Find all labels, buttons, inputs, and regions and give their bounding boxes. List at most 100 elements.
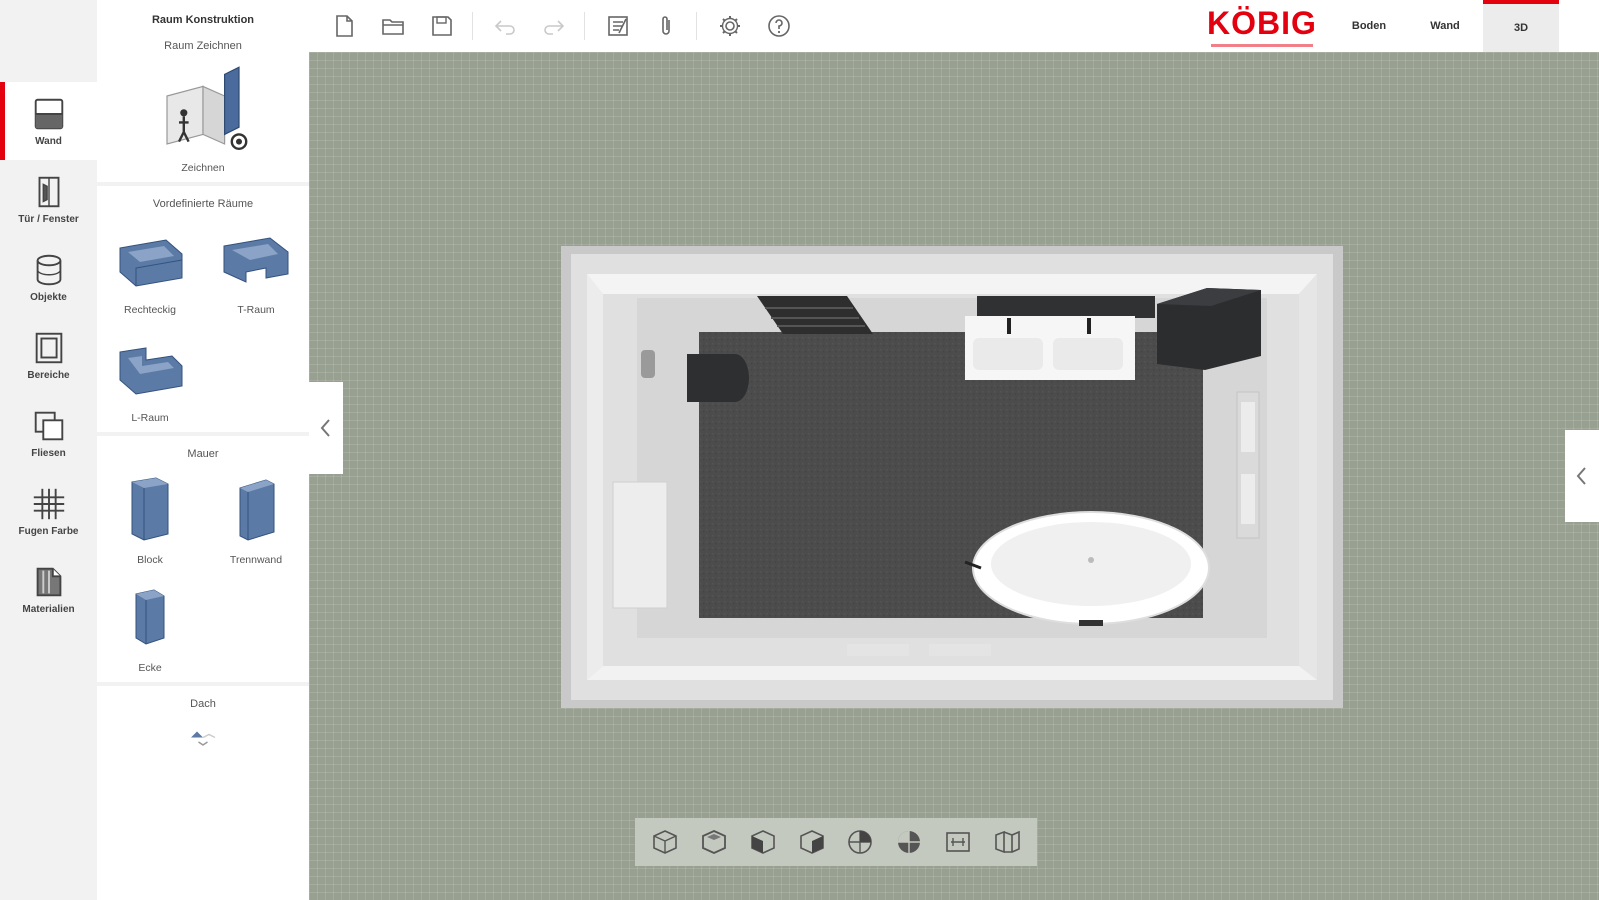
top-toolbar: KÖBIG Boden Wand 3D <box>309 0 1599 52</box>
room-canvas[interactable] <box>309 52 1599 900</box>
notes-button[interactable] <box>602 10 634 42</box>
category-rail: Wand Tür / Fenster Objekte Bereiche Flie… <box>0 0 97 900</box>
undo-icon <box>494 20 515 35</box>
view-top-button[interactable] <box>694 822 734 862</box>
catalog-item-block[interactable]: Block <box>97 466 203 574</box>
objects-icon <box>36 254 61 286</box>
cube-outline-icon <box>653 830 678 854</box>
rail-item-tuer-fenster[interactable]: Tür / Fenster <box>0 160 97 238</box>
rail-item-fugen-farbe[interactable]: Fugen Farbe <box>0 472 97 550</box>
catalog-label: L-Raum <box>131 412 169 424</box>
floor-vent <box>929 644 991 656</box>
catalog-item-t-raum[interactable]: T-Raum <box>203 216 309 324</box>
catalog-label: Zeichnen <box>181 162 225 174</box>
rail-label-tuer-fenster: Tür / Fenster <box>18 214 79 225</box>
door-window-icon <box>38 176 59 208</box>
flush-plate <box>641 350 655 378</box>
rail-label-fugen-farbe: Fugen Farbe <box>18 526 79 537</box>
roof-icon <box>191 731 216 746</box>
cube-shaded-icon <box>898 831 921 853</box>
wall-inner-bottom <box>587 666 1317 680</box>
save-button[interactable] <box>426 10 458 42</box>
catalog-item-trennwand[interactable]: Trennwand <box>203 466 309 574</box>
view-front-button[interactable] <box>743 822 783 862</box>
rail-spacer <box>0 0 97 82</box>
chevron-left-icon <box>320 419 330 437</box>
toolbar-separator <box>696 12 697 40</box>
open-folder-icon <box>382 19 404 35</box>
tab-boden[interactable]: Boden <box>1331 0 1407 52</box>
attachment-button[interactable] <box>650 10 682 42</box>
rail-item-materialien[interactable]: Materialien <box>0 550 97 628</box>
view-iso-button[interactable] <box>645 822 685 862</box>
bathroom-3d-view[interactable] <box>561 246 1343 708</box>
rail-item-bereiche[interactable]: Bereiche <box>0 316 97 394</box>
construction-panel: Raum Konstruktion Raum Zeichnen Zeichnen… <box>97 0 309 900</box>
help-button[interactable] <box>763 10 795 42</box>
draw-room-icon <box>166 66 248 150</box>
brand-logo: KÖBIG <box>1203 2 1321 50</box>
t-room-icon <box>223 237 289 283</box>
view-measure-button[interactable] <box>938 822 978 862</box>
rail-label-objekte: Objekte <box>30 292 67 303</box>
view-walls-button[interactable] <box>987 822 1027 862</box>
section-raum-zeichnen: Raum Zeichnen Zeichnen <box>97 40 309 186</box>
section-mauer: Mauer Block Trennwand Ecke <box>97 436 309 686</box>
catalog-item-dach[interactable] <box>97 716 309 756</box>
catalog-label: Ecke <box>138 662 162 674</box>
settings-button[interactable] <box>714 10 746 42</box>
view-toolbar <box>635 818 1037 866</box>
rail-item-wand[interactable]: Wand <box>0 82 97 160</box>
chevron-left-icon <box>1576 467 1586 485</box>
collapse-panel-left-button[interactable] <box>309 382 343 474</box>
catalog-item-l-raum[interactable]: L-Raum <box>97 324 203 432</box>
view-rotate-button[interactable] <box>840 822 880 862</box>
help-icon <box>768 15 790 37</box>
rail-item-fliesen[interactable]: Fliesen <box>0 394 97 472</box>
wall-inner-left <box>587 274 603 680</box>
app-window: Wand Tür / Fenster Objekte Bereiche Flie… <box>0 0 1599 900</box>
open-folder-button[interactable] <box>377 10 409 42</box>
wall-inner-right <box>1299 274 1317 680</box>
corner-icon <box>135 589 165 645</box>
materials-icon <box>36 567 61 597</box>
catalog-label: Trennwand <box>229 554 283 566</box>
rectangular-room-icon <box>119 239 183 287</box>
undo-button[interactable] <box>489 10 521 42</box>
catalog-label: T-Raum <box>237 304 275 316</box>
new-file-button[interactable] <box>328 10 360 42</box>
panel-title: Raum Konstruktion <box>151 14 255 26</box>
section-title: Vordefinierte Räume <box>152 198 254 210</box>
cube-top-icon <box>702 830 727 854</box>
notes-icon <box>608 16 628 36</box>
cube-front-icon <box>751 830 775 854</box>
shower-panel <box>612 481 668 609</box>
rail-label-fliesen: Fliesen <box>31 448 66 459</box>
redo-button[interactable] <box>538 10 570 42</box>
tab-wand[interactable]: Wand <box>1407 0 1483 52</box>
rail-label-bereiche: Bereiche <box>27 370 70 381</box>
grout-color-icon <box>33 488 64 520</box>
toilet <box>687 354 749 402</box>
catalog-label: Block <box>137 554 163 566</box>
tab-3d[interactable]: 3D <box>1483 0 1559 52</box>
rail-label-materialien: Materialien <box>22 604 75 615</box>
toolbar-separator <box>584 12 585 40</box>
section-dach: Dach <box>97 686 309 756</box>
paperclip-icon <box>662 16 670 35</box>
new-file-icon <box>336 15 353 37</box>
catalog-item-ecke[interactable]: Ecke <box>97 574 203 682</box>
vanity-counter <box>977 296 1155 318</box>
view-shaded-button[interactable] <box>889 822 929 862</box>
expand-panel-right-button[interactable] <box>1565 430 1599 522</box>
l-room-icon <box>119 347 183 395</box>
catalog-item-rechteckig[interactable]: Rechteckig <box>97 216 203 324</box>
wall-icon <box>34 98 63 130</box>
tiles-icon <box>34 411 63 441</box>
block-icon <box>131 477 169 541</box>
view-side-button[interactable] <box>792 822 832 862</box>
catalog-item-zeichnen[interactable]: Zeichnen <box>97 58 309 182</box>
cube-side-icon <box>799 830 824 854</box>
rail-item-objekte[interactable]: Objekte <box>0 238 97 316</box>
section-title: Mauer <box>187 448 219 460</box>
